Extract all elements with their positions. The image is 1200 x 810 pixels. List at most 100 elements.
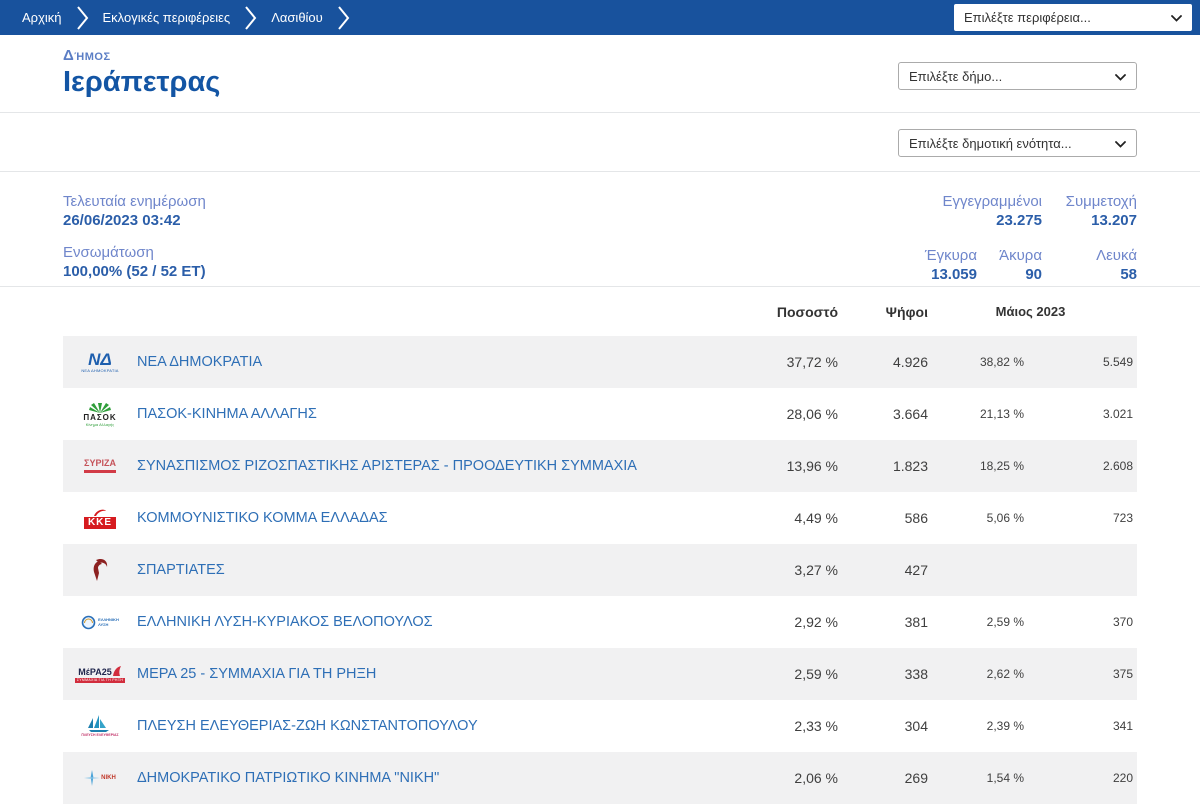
chevron-down-icon [1115,69,1126,84]
percent-value: 28,06 % [786,406,838,422]
party-link[interactable]: ΠΛΕΥΣΗ ΕΛΕΥΘΕΡΙΑΣ-ΖΩΗ ΚΩΝΣΤΑΝΤΟΠΟΥΛΟΥ [137,718,718,734]
previous-election-column-header: Μάιος 2023 [995,304,1066,319]
percent-value: 2,59 % [794,666,838,682]
prev-percent-value: 2,59 % [986,615,1024,629]
party-result-row: ΚΚΕ ΚΟΜΜΟΥΝΙΣΤΙΚΟ ΚΟΜΜΑ ΕΛΛΑΔΑΣ 4,49 % 5… [63,492,1137,544]
party-result-row: ΣΠΑΡΤΙΑΤΕΣ 3,27 % 427 [63,544,1137,596]
page-header: Δήμος Ιεράπετρας Επιλέξτε δήμο... [0,35,1200,113]
registered-value: 23.275 [996,212,1042,229]
party-link[interactable]: ΕΛΛΗΝΙΚΗ ΛΥΣΗ-ΚΥΡΙΑΚΟΣ ΒΕΛΟΠΟΥΛΟΣ [137,614,718,630]
party-link[interactable]: ΝΕΑ ΔΗΜΟΚΡΑΤΙΑ [137,354,718,370]
percent-value: 3,27 % [794,562,838,578]
chevron-right-icon [76,5,89,31]
prev-percent-value: 38,82 % [979,355,1024,369]
results-table-header: Ποσοστό Ψήφοι Μάιος 2023 [63,287,1137,336]
votes-value: 427 [904,562,928,578]
blank-label: Λευκά [1096,246,1137,264]
party-link[interactable]: ΣΠΑΡΤΙΑΤΕΣ [137,562,718,578]
results-table: Ποσοστό Ψήφοι Μάιος 2023 ΝΔ ΝΕΑ ΔΗΜΟΚΡΑΤΙ… [63,287,1137,804]
kke-logo: ΚΚΕ [63,508,137,529]
percent-column-header: Ποσοστό [776,303,838,320]
prev-percent-value: 5,06 % [986,511,1024,525]
party-link[interactable]: ΜΕΡΑ 25 - ΣΥΜΜΑΧΙΑ ΓΙΑ ΤΗ ΡΗΞΗ [137,666,718,682]
prev-votes-value: 341 [1112,719,1133,733]
percent-value: 2,33 % [794,718,838,734]
prev-votes-value: 2.608 [1102,459,1133,473]
invalid-value: 90 [1025,265,1042,283]
breadcrumb-constituencies[interactable]: Εκλογικές περιφέρειες [91,10,243,25]
party-result-row: ΝΔ ΝΕΑ ΔΗΜΟΚΡΑΤΙΑ ΝΕΑ ΔΗΜΟΚΡΑΤΙΑ 37,72 % … [63,336,1137,388]
last-update-label: Τελευταία ενημέρωση [63,193,206,210]
prev-percent-value: 21,13 % [979,407,1024,421]
percent-value: 2,92 % [794,614,838,630]
syriza-logo: ΣΥΡΙΖΑ [63,459,137,473]
party-result-row: ΕΛΛΗΝΙΚΗ ΛΥΣΗ ΕΛΛΗΝΙΚΗ ΛΥΣΗ-ΚΥΡΙΑΚΟΣ ΒΕΛΟ… [63,596,1137,648]
municipality-select-value: Επιλέξτε δήμο... [909,68,1003,84]
region-select-value: Επιλέξτε περιφέρεια... [964,10,1091,25]
party-result-row: ΣΥΡΙΖΑ ΣΥΝΑΣΠΙΣΜΟΣ ΡΙΖΟΣΠΑΣΤΙΚΗΣ ΑΡΙΣΤΕΡ… [63,440,1137,492]
prev-votes-value: 220 [1112,771,1133,785]
turnout-value: 13.207 [1091,212,1137,229]
party-result-row: ΠΑΣΟΚ Κίνημα Αλλαγής ΠΑΣΟΚ-ΚΙΝΗΜΑ ΑΛΛΑΓΗΣ… [63,388,1137,440]
unit-select-value: Επιλέξτε δημοτική ενότητα... [909,135,1072,151]
percent-value: 2,06 % [794,770,838,786]
prev-percent-value: 1,54 % [986,771,1024,785]
region-select[interactable]: Επιλέξτε περιφέρεια... [954,4,1192,31]
niki-logo: ΝΙΚΗ [63,770,137,786]
votes-value: 304 [904,718,928,734]
votes-value: 1.823 [892,458,928,474]
integration-value: 100,00% (52 / 52 ΕΤ) [63,263,206,280]
results-rows: ΝΔ ΝΕΑ ΔΗΜΟΚΡΑΤΙΑ ΝΕΑ ΔΗΜΟΚΡΑΤΙΑ 37,72 % … [63,336,1137,804]
prev-percent-value: 2,39 % [986,719,1024,733]
registered-label: Εγγεγραμμένοι [942,193,1042,210]
chevron-right-icon [337,5,350,31]
unit-select[interactable]: Επιλέξτε δημοτική ενότητα... [898,129,1137,157]
turnout-label: Συμμετοχή [1065,193,1137,210]
breadcrumb-home[interactable]: Αρχική [10,10,74,25]
chevron-down-icon [1171,10,1182,25]
spartiates-logo [63,558,137,582]
prev-votes-value: 3.021 [1102,407,1133,421]
votes-value: 269 [904,770,928,786]
prev-votes-value: 723 [1112,511,1133,525]
party-link[interactable]: ΔΗΜΟΚΡΑΤΙΚΟ ΠΑΤΡΙΩΤΙΚΟ ΚΙΝΗΜΑ "ΝΙΚΗ" [137,770,718,786]
party-result-row: ΠΛΕΥΣΗ ΕΛΕΥΘΕΡΙΑΣ ΠΛΕΥΣΗ ΕΛΕΥΘΕΡΙΑΣ-ΖΩΗ … [63,700,1137,752]
votes-column-header: Ψήφοι [885,303,928,320]
percent-value: 4,49 % [794,510,838,526]
unit-select-section: Επιλέξτε δημοτική ενότητα... [0,113,1200,172]
prev-votes-value: 5.549 [1102,355,1133,369]
chevron-down-icon [1115,136,1126,151]
prev-votes-value: 370 [1112,615,1133,629]
party-result-row: ΜέΡΑ25 ΣΥΜΜΑΧΙΑ ΓΙΑ ΤΗ ΡΗΞΗ ΜΕΡΑ 25 - ΣΥΜ… [63,648,1137,700]
prev-votes-value: 375 [1112,667,1133,681]
valid-label: Έγκυρα [924,246,977,264]
prev-percent-value: 18,25 % [979,459,1024,473]
mera25-logo: ΜέΡΑ25 ΣΥΜΜΑΧΙΑ ΓΙΑ ΤΗ ΡΗΞΗ [74,665,126,684]
votes-value: 381 [904,614,928,630]
votes-value: 3.664 [892,406,928,422]
votes-value: 338 [904,666,928,682]
percent-value: 37,72 % [786,354,838,370]
votes-value: 4.926 [892,354,928,370]
elliniki-lysi-logo: ΕΛΛΗΝΙΚΗ ΛΥΣΗ [63,615,137,630]
party-link[interactable]: ΣΥΝΑΣΠΙΣΜΟΣ ΡΙΖΟΣΠΑΣΤΙΚΗΣ ΑΡΙΣΤΕΡΑΣ - ΠΡ… [137,458,718,474]
municipality-select[interactable]: Επιλέξτε δήμο... [898,62,1137,90]
votes-value: 586 [904,510,928,526]
last-update-value: 26/06/2023 03:42 [63,212,181,229]
invalid-label: Άκυρα [999,246,1042,264]
party-link[interactable]: ΠΑΣΟΚ-ΚΙΝΗΜΑ ΑΛΛΑΓΗΣ [137,406,718,422]
prev-percent-value: 2,62 % [986,667,1024,681]
breadcrumb-lasithi[interactable]: Λασιθίου [259,10,335,25]
breadcrumb-bar: Αρχική Εκλογικές περιφέρειες Λασιθίου Επ… [0,0,1200,35]
valid-value: 13.059 [931,265,977,283]
party-result-row: ΝΙΚΗ ΔΗΜΟΚΡΑΤΙΚΟ ΠΑΤΡΙΩΤΙΚΟ ΚΙΝΗΜΑ "ΝΙΚΗ… [63,752,1137,804]
pasok-logo: ΠΑΣΟΚ Κίνημα Αλλαγής [63,401,137,427]
blank-value: 58 [1120,265,1137,283]
nea-dimokratia-logo: ΝΔ ΝΕΑ ΔΗΜΟΚΡΑΤΙΑ [81,350,119,373]
integration-label: Ενσωμάτωση [63,244,154,261]
plefsi-eleftherias-logo: ΠΛΕΥΣΗ ΕΛΕΥΘΕΡΙΑΣ [63,714,137,738]
party-link[interactable]: ΚΟΜΜΟΥΝΙΣΤΙΚΟ ΚΟΜΜΑ ΕΛΛΑΔΑΣ [137,510,718,526]
stats-section: Τελευταία ενημέρωση 26/06/2023 03:42 Ενσ… [0,172,1200,287]
percent-value: 13,96 % [786,458,838,474]
chevron-right-icon [244,5,257,31]
